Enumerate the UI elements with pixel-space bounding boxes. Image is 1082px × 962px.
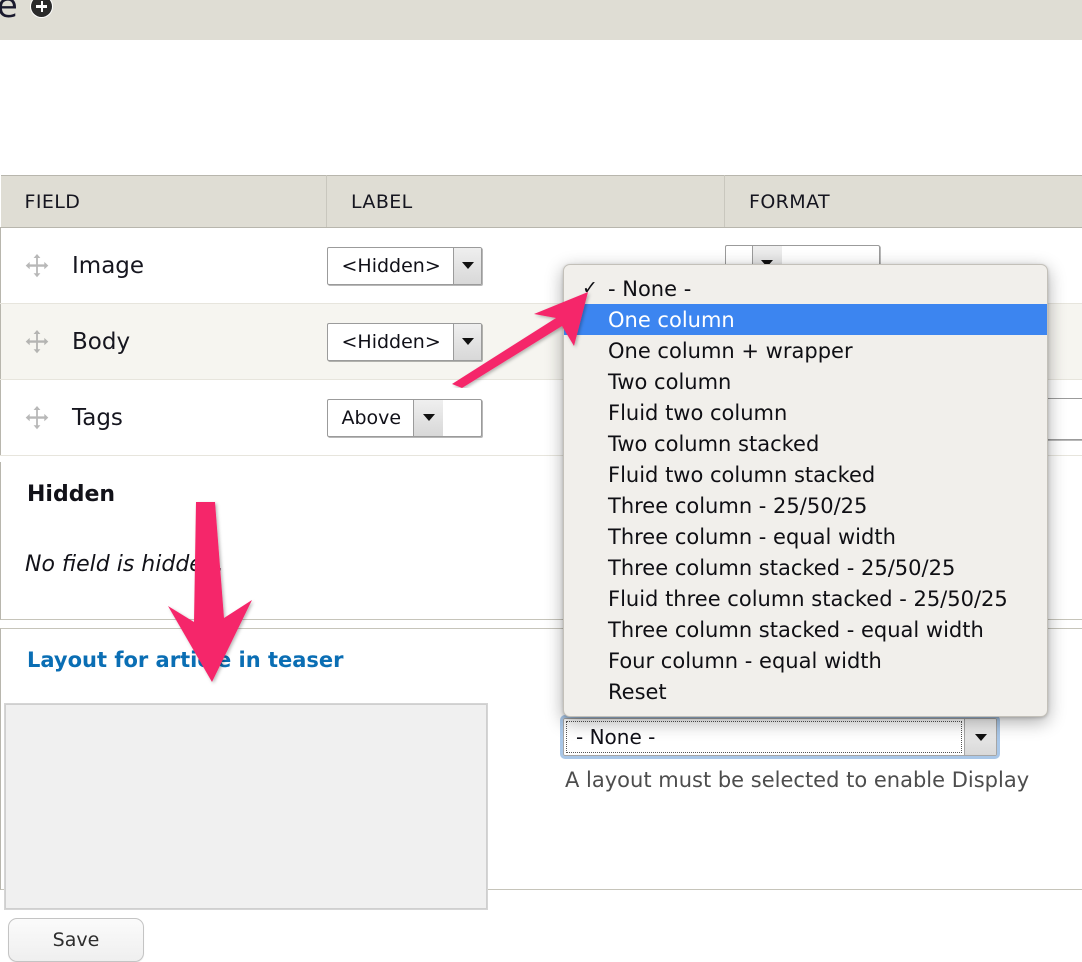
popup-option-label: Two column stacked xyxy=(608,432,819,456)
popup-option-label: Three column stacked - 25/50/25 xyxy=(608,556,955,580)
popup-option-label: Fluid two column stacked xyxy=(608,463,875,487)
popup-option-label: One column xyxy=(608,308,735,332)
layout-options-popup[interactable]: ✓ - None - One column One column + wrapp… xyxy=(563,264,1048,717)
field-label-image: Image xyxy=(72,253,144,279)
popup-option-label: Fluid three column stacked - 25/50/25 xyxy=(608,587,1008,611)
hidden-empty-message: No field is hidden. xyxy=(25,552,224,577)
popup-option-one-column[interactable]: One column xyxy=(564,304,1047,335)
popup-option-label: Reset xyxy=(608,680,667,704)
field-label-tags: Tags xyxy=(72,405,123,431)
popup-option-none[interactable]: ✓ - None - xyxy=(564,273,1047,304)
hidden-section-heading: Hidden xyxy=(27,482,115,507)
label-select-tags-value: Above xyxy=(328,400,414,436)
field-label-body: Body xyxy=(72,329,130,355)
field-cell-image: Image xyxy=(1,228,327,304)
popup-option-three-column-255025[interactable]: Three column - 25/50/25 xyxy=(564,490,1047,521)
label-select-body-value: <Hidden> xyxy=(328,324,453,360)
column-header-field: FIELD xyxy=(1,176,327,228)
table-header-row: FIELD LABEL FORMAT xyxy=(1,176,1082,228)
label-select-image[interactable]: <Hidden> xyxy=(327,247,482,285)
popup-option-fluid-three-column-stacked-255025[interactable]: Fluid three column stacked - 25/50/25 xyxy=(564,583,1047,614)
checkmark-icon: ✓ xyxy=(582,279,608,298)
popup-option-fluid-two-column[interactable]: Fluid two column xyxy=(564,397,1047,428)
chevron-down-icon xyxy=(453,324,482,360)
popup-option-label: Fluid two column xyxy=(608,401,787,425)
label-select-tags[interactable]: Above xyxy=(327,399,482,437)
popup-option-fluid-two-column-stacked[interactable]: Fluid two column stacked xyxy=(564,459,1047,490)
popup-option-two-column-stacked[interactable]: Two column stacked xyxy=(564,428,1047,459)
popup-option-label: Three column - 25/50/25 xyxy=(608,494,867,518)
popup-option-label: One column + wrapper xyxy=(608,339,853,363)
layout-select[interactable]: - None - xyxy=(563,718,997,756)
popup-option-label: - None - xyxy=(608,277,691,301)
popup-option-label: Three column stacked - equal width xyxy=(608,618,984,642)
chevron-down-icon xyxy=(964,719,996,755)
popup-option-two-column[interactable]: Two column xyxy=(564,366,1047,397)
layout-preview-box xyxy=(5,704,487,909)
field-cell-body: Body xyxy=(1,304,327,380)
move-cross-icon[interactable] xyxy=(24,329,50,355)
popup-option-reset[interactable]: Reset xyxy=(564,676,1047,707)
column-header-format: FORMAT xyxy=(725,176,1082,228)
page-title: ticle xyxy=(0,0,17,26)
label-select-body[interactable]: <Hidden> xyxy=(327,323,482,361)
layout-help-text: A layout must be selected to enable Disp… xyxy=(565,768,1029,792)
label-select-image-value: <Hidden> xyxy=(328,248,453,284)
move-cross-icon[interactable] xyxy=(24,405,50,431)
gear-plus-icon[interactable] xyxy=(31,0,52,17)
focus-ring xyxy=(566,721,962,753)
chevron-down-icon xyxy=(413,400,443,436)
move-cross-icon[interactable] xyxy=(24,253,50,279)
popup-option-three-column-stacked-255025[interactable]: Three column stacked - 25/50/25 xyxy=(564,552,1047,583)
popup-option-label: Two column xyxy=(608,370,731,394)
popup-option-label: Three column - equal width xyxy=(608,525,896,549)
popup-option-three-column-stacked-equal[interactable]: Three column stacked - equal width xyxy=(564,614,1047,645)
page-title-row: ticle xyxy=(0,0,52,26)
save-button[interactable]: Save xyxy=(8,918,144,962)
column-header-label: LABEL xyxy=(327,176,725,228)
layout-fieldset-legend[interactable]: Layout for article in teaser xyxy=(27,648,344,672)
popup-option-four-column-equal[interactable]: Four column - equal width xyxy=(564,645,1047,676)
popup-option-one-column-wrapper[interactable]: One column + wrapper xyxy=(564,335,1047,366)
chevron-down-icon xyxy=(453,248,482,284)
field-cell-tags: Tags xyxy=(1,380,327,456)
popup-option-label: Four column - equal width xyxy=(608,649,882,673)
page-header-bar: ticle xyxy=(0,0,1082,40)
popup-option-three-column-equal[interactable]: Three column - equal width xyxy=(564,521,1047,552)
